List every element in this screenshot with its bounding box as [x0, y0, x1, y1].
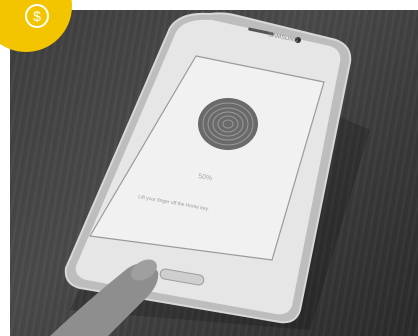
dollar-coin-icon: $	[25, 4, 49, 28]
svg-text:$: $	[33, 8, 41, 24]
phone-photo: SAMSUNG 50% Lift your finger off the Hom…	[10, 10, 418, 336]
phone-illustration: SAMSUNG 50% Lift your finger off the Hom…	[50, 12, 370, 336]
fingerprint-icon	[198, 98, 258, 150]
photo-scene: SAMSUNG 50% Lift your finger off the Hom…	[0, 0, 418, 336]
left-border	[0, 0, 10, 336]
